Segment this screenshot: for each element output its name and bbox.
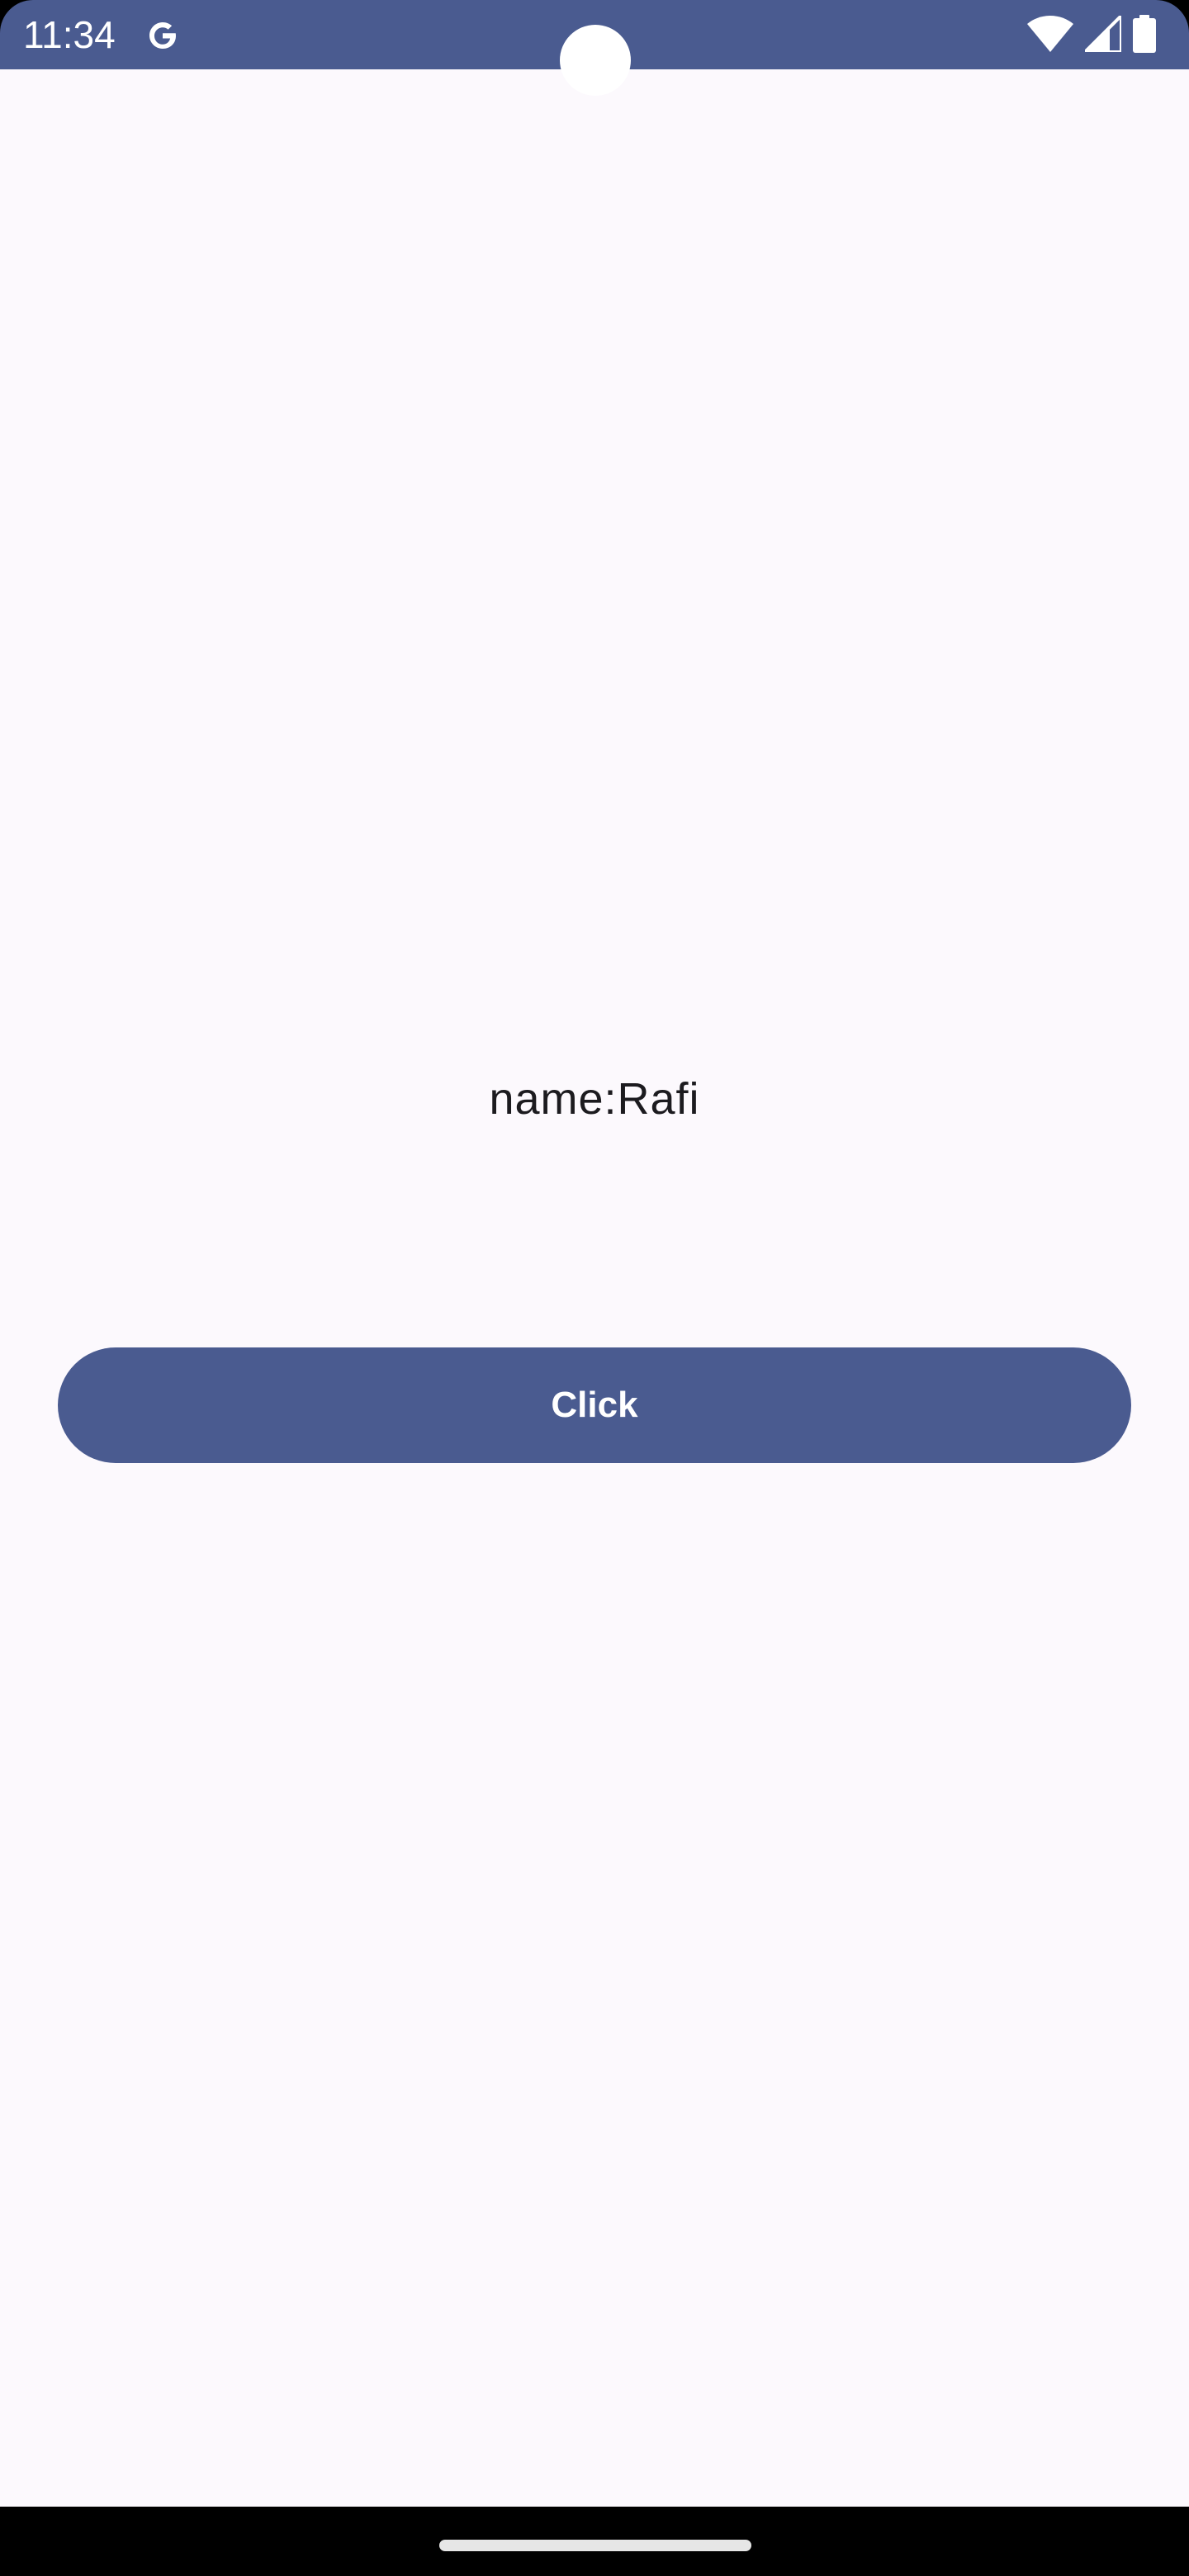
battery-icon xyxy=(1133,14,1156,57)
name-label: name:Rafi xyxy=(489,1074,700,1124)
navigation-bar xyxy=(0,2507,1189,2576)
app-screen: 11:34 name:Rafi Click xyxy=(0,0,1189,2576)
click-button[interactable]: Click xyxy=(58,1347,1131,1463)
home-gesture-handle[interactable] xyxy=(439,2540,751,2551)
cellular-signal-icon xyxy=(1081,11,1123,56)
status-icons xyxy=(1027,11,1156,57)
camera-cutout xyxy=(560,25,631,96)
status-time: 11:34 xyxy=(23,13,116,56)
main-content: name:Rafi Click xyxy=(0,69,1189,2507)
google-icon xyxy=(142,15,183,56)
wifi-icon xyxy=(1027,15,1073,56)
